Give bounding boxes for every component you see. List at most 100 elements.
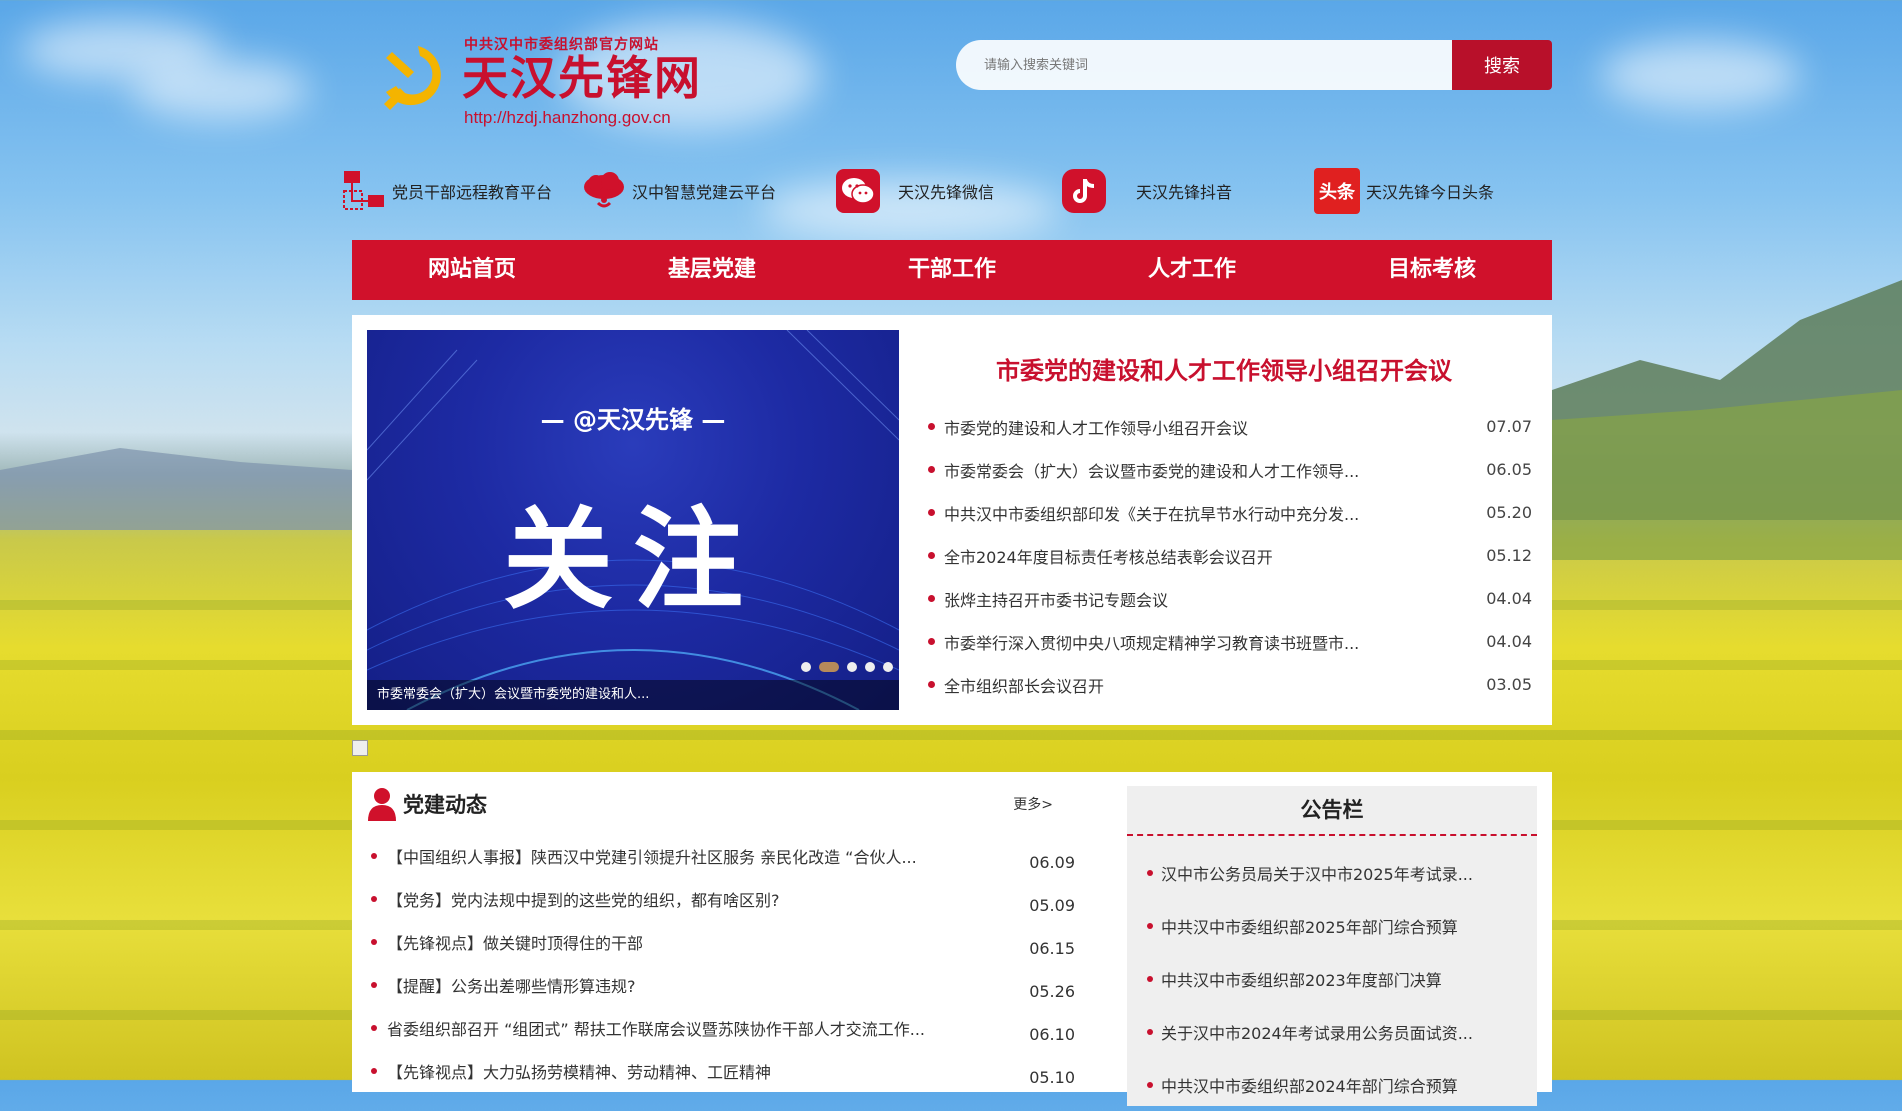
bullet-icon <box>928 466 935 473</box>
bullet-icon <box>371 895 377 902</box>
list-item[interactable]: 【先锋视点】大力弘扬劳模精神、劳动精神、工匠精神 05.10 <box>367 1049 1077 1092</box>
notice-board-title: 公告栏 <box>1127 786 1537 836</box>
list-item[interactable]: 【提醒】公务出差哪些情形算违规? 05.26 <box>367 963 1077 1006</box>
featured-headline[interactable]: 市委党的建设和人才工作领导小组召开会议 <box>924 351 1524 386</box>
list-item-title: 省委组织部召开 “组团式” 帮扶工作联席会议暨苏陕协作干部人才交流工作... <box>387 1019 926 1039</box>
bullet-icon <box>928 509 935 516</box>
more-link[interactable]: 更多> <box>1013 794 1053 814</box>
list-item-title: 市委党的建设和人才工作领导小组召开会议 <box>944 418 1249 438</box>
list-item-date: 06.10 <box>1029 1025 1075 1044</box>
list-item[interactable]: 中共汉中市委组织部印发《关于在抗旱节水行动中充分发... 05.20 <box>924 491 1532 534</box>
bullet-icon <box>1147 869 1153 876</box>
party-emblem-icon <box>384 46 441 110</box>
party-news-list: 【中国组织人事报】陕西汉中党建引领提升社区服务 亲民化改造 “合伙人... 06.… <box>367 834 1077 1092</box>
quick-link-douyin[interactable]: 天汉先锋抖音 <box>1062 166 1232 216</box>
nav-talent-work[interactable]: 人才工作 <box>1072 240 1312 300</box>
list-item-title: 全市组织部长会议召开 <box>944 676 1105 696</box>
list-item-title: 市委举行深入贯彻中央八项规定精神学习教育读书班暨市... <box>944 633 1360 653</box>
list-item[interactable]: 汉中市公务员局关于汉中市2025年考试录... <box>1127 846 1537 899</box>
nav-cadre-work[interactable]: 干部工作 <box>832 240 1072 300</box>
main-nav: 网站首页 基层党建 干部工作 人才工作 目标考核 <box>352 240 1552 300</box>
slider-dot[interactable] <box>883 662 893 672</box>
quick-link-label: 汉中智慧党建云平台 <box>632 183 777 202</box>
list-item[interactable]: 全市2024年度目标责任考核总结表彰会议召开 05.12 <box>924 534 1532 577</box>
list-item-title: 【中国组织人事报】陕西汉中党建引领提升社区服务 亲民化改造 “合伙人... <box>387 847 917 867</box>
bullet-icon <box>928 595 935 602</box>
slider-dot[interactable] <box>865 662 875 672</box>
list-item-title: 中共汉中市委组织部2023年度部门决算 <box>1161 970 1442 990</box>
cloud-icon <box>582 169 626 213</box>
list-item[interactable]: 中共汉中市委组织部2023年度部门决算 <box>1127 952 1537 1005</box>
list-item[interactable]: 中共汉中市委组织部2025年部门综合预算 <box>1127 899 1537 952</box>
list-item-date: 06.09 <box>1029 853 1075 872</box>
slider-caption[interactable]: 市委常委会（扩大）会议暨市委党的建设和人... <box>367 680 899 710</box>
list-item-title: 中共汉中市委组织部2025年部门综合预算 <box>1161 917 1458 937</box>
image-slider[interactable]: — @天汉先锋 — 关注 市委常委会（扩大）会议暨市委党的建设和人... <box>367 330 899 710</box>
list-item-title: 市委常委会（扩大）会议暨市委党的建设和人才工作领导... <box>944 461 1360 481</box>
list-item[interactable]: 市委举行深入贯彻中央八项规定精神学习教育读书班暨市... 04.04 <box>924 620 1532 663</box>
list-item[interactable]: 省委组织部召开 “组团式” 帮扶工作联席会议暨苏陕协作干部人才交流工作... 06… <box>367 1006 1077 1049</box>
quick-link-wechat[interactable]: 天汉先锋微信 <box>836 166 994 216</box>
slider-dots <box>801 662 893 672</box>
bottom-section: 党建动态 更多> 【中国组织人事报】陕西汉中党建引领提升社区服务 亲民化改造 “… <box>352 772 1552 1106</box>
list-item-title: 【党务】党内法规中提到的这些党的组织，都有啥区别? <box>387 890 780 910</box>
person-icon <box>368 788 396 821</box>
list-item-title: 中共汉中市委组织部印发《关于在抗旱节水行动中充分发... <box>944 504 1360 524</box>
nav-home[interactable]: 网站首页 <box>352 240 592 300</box>
list-item[interactable]: 张烨主持召开市委书记专题会议 04.04 <box>924 577 1532 620</box>
list-item-date: 05.12 <box>1486 546 1532 565</box>
notice-list: 汉中市公务员局关于汉中市2025年考试录... 中共汉中市委组织部2025年部门… <box>1127 836 1537 1111</box>
quick-link-toutiao[interactable]: 头条 天汉先锋今日头条 <box>1314 166 1494 216</box>
quick-link-label: 党员干部远程教育平台 <box>392 183 553 202</box>
bullet-icon <box>928 423 935 430</box>
list-item-date: 05.10 <box>1029 1068 1075 1087</box>
list-item-title: 【提醒】公务出差哪些情形算违规? <box>387 976 636 996</box>
list-item-title: 全市2024年度目标责任考核总结表彰会议召开 <box>944 547 1273 567</box>
featured-news-panel: — @天汉先锋 — 关注 市委常委会（扩大）会议暨市委党的建设和人... 市委党… <box>352 315 1552 725</box>
quick-link-smart-party-cloud[interactable]: 汉中智慧党建云平台 <box>582 166 776 216</box>
list-item-title: 张烨主持召开市委书记专题会议 <box>944 590 1169 610</box>
bullet-icon <box>928 681 935 688</box>
list-item-title: 关于汉中市2024年考试录用公务员面试资... <box>1161 1023 1473 1043</box>
list-item[interactable]: 中共汉中市委组织部2024年部门综合预算 <box>1127 1058 1537 1111</box>
toutiao-badge: 头条 <box>1319 182 1355 203</box>
list-item-date: 06.05 <box>1486 460 1532 479</box>
party-news-panel: 党建动态 更多> 【中国组织人事报】陕西汉中党建引领提升社区服务 亲民化改造 “… <box>367 784 1077 1092</box>
list-item[interactable]: 全市组织部长会议召开 03.05 <box>924 663 1532 706</box>
nav-target-assessment[interactable]: 目标考核 <box>1312 240 1552 300</box>
logo-title: 天汉先锋网 <box>462 51 702 105</box>
party-news-title: 党建动态 <box>403 793 487 817</box>
slider-dot-active[interactable] <box>819 662 839 672</box>
list-item[interactable]: 【中国组织人事报】陕西汉中党建引领提升社区服务 亲民化改造 “合伙人... 06.… <box>367 834 1077 877</box>
quick-link-label: 天汉先锋微信 <box>898 183 995 202</box>
slider-dot[interactable] <box>801 662 811 672</box>
notice-board: 公告栏 汉中市公务员局关于汉中市2025年考试录... 中共汉中市委组织部202… <box>1127 786 1537 1106</box>
slider-headline: 关注 <box>503 496 763 624</box>
quick-link-label: 天汉先锋今日头条 <box>1366 183 1495 202</box>
list-item[interactable]: 【党务】党内法规中提到的这些党的组织，都有啥区别? 05.09 <box>367 877 1077 920</box>
bullet-icon <box>928 638 935 645</box>
site-logo[interactable]: 中共汉中市委组织部官方网站 天汉先锋网 http://hzdj.hanzhong… <box>378 32 708 132</box>
list-item-title: 中共汉中市委组织部2024年部门综合预算 <box>1161 1076 1458 1096</box>
list-item-title: 【先锋视点】大力弘扬劳模精神、劳动精神、工匠精神 <box>387 1062 772 1082</box>
bullet-icon <box>1147 1081 1153 1088</box>
search-input[interactable] <box>956 40 1452 90</box>
list-item-date: 06.15 <box>1029 939 1075 958</box>
list-item-date: 04.04 <box>1486 589 1532 608</box>
bullet-icon <box>1147 1028 1153 1035</box>
list-item[interactable]: 关于汉中市2024年考试录用公务员面试资... <box>1127 1005 1537 1058</box>
featured-news-list: 市委党的建设和人才工作领导小组召开会议 07.07 市委常委会（扩大）会议暨市委党… <box>924 405 1532 706</box>
list-item-date: 03.05 <box>1486 675 1532 694</box>
list-item-date: 04.04 <box>1486 632 1532 651</box>
list-item[interactable]: 【先锋视点】做关键时顶得住的干部 06.15 <box>367 920 1077 963</box>
slider-tag: — @天汉先锋 — <box>540 406 726 434</box>
list-item[interactable]: 市委党的建设和人才工作领导小组召开会议 07.07 <box>924 405 1532 448</box>
quick-link-remote-education[interactable]: 党员干部远程教育平台 <box>342 166 552 216</box>
nav-grassroots-party[interactable]: 基层党建 <box>592 240 832 300</box>
search-button[interactable]: 搜索 <box>1452 40 1552 90</box>
slider-dot[interactable] <box>847 662 857 672</box>
list-item[interactable]: 市委常委会（扩大）会议暨市委党的建设和人才工作领导... 06.05 <box>924 448 1532 491</box>
wechat-icon <box>836 169 880 213</box>
search-bar: 搜索 <box>956 40 1552 90</box>
bullet-icon <box>1147 975 1153 982</box>
